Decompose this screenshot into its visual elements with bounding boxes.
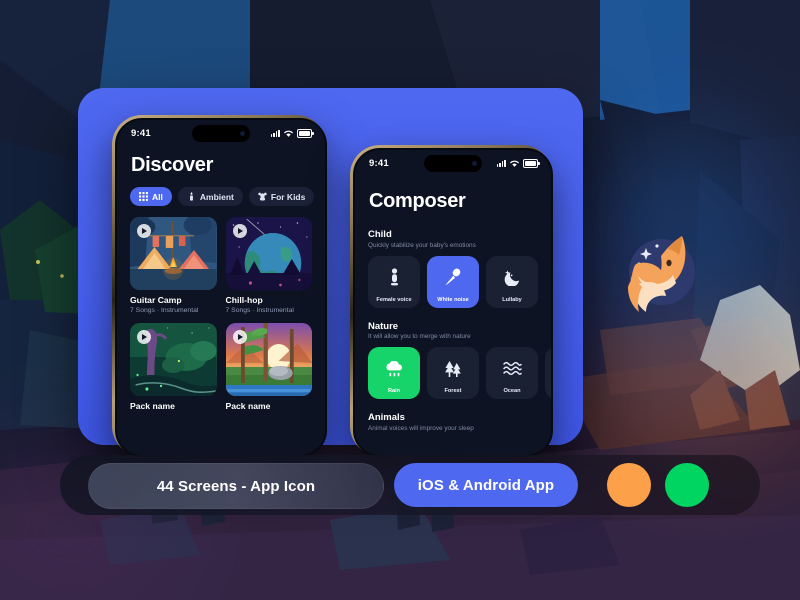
status-bar: 9:41 — [355, 150, 551, 176]
moon-stars-icon — [504, 267, 521, 287]
section-nature: Nature It will allow you to merge with n… — [368, 320, 551, 399]
pack-thumbnail — [130, 323, 217, 396]
play-button[interactable] — [232, 330, 247, 344]
page-title: Discover — [131, 154, 214, 176]
pack-card[interactable]: Pack name — [225, 323, 312, 413]
dynamic-island — [192, 125, 250, 142]
discover-screen: 9:41 Discover All Ambient For Kids Guita… — [115, 118, 327, 457]
trees-icon — [444, 359, 462, 379]
page-title: Composer — [369, 190, 466, 212]
play-button[interactable] — [232, 224, 247, 238]
sound-tile-rain[interactable]: Rain — [368, 347, 420, 399]
sound-tile-forest[interactable]: Forest — [427, 347, 479, 399]
section-subtitle: It will allow you to merge with nature — [368, 333, 471, 340]
filter-chip-all[interactable]: All — [130, 187, 172, 206]
filter-chip-group: All Ambient For Kids — [130, 187, 315, 206]
sound-tile-label: Rain — [387, 388, 401, 394]
screenshot-stage: 9:41 Discover All Ambient For Kids Guita… — [0, 0, 800, 600]
pack-name: Pack name — [225, 401, 271, 411]
filter-chip-ambient[interactable]: Ambient — [177, 187, 243, 206]
sound-tile-female-voice[interactable]: Female voice — [368, 255, 420, 308]
sound-tile-white-noise[interactable]: White noise — [427, 255, 479, 308]
phone-mockup-composer: 9:41 Composer Child Quickly stabilize yo… — [350, 145, 553, 457]
wifi-icon — [510, 160, 519, 167]
section-title: Child — [368, 229, 392, 240]
sound-tile-lullaby[interactable]: Lullaby — [486, 255, 538, 308]
pack-card-grid: Guitar Camp 7 Songs · Instrumental Chill… — [130, 217, 312, 413]
sound-tile-label: Ocean — [503, 388, 521, 394]
microphone-icon — [444, 267, 462, 287]
signal-bars-icon — [270, 129, 280, 137]
sound-tile-ocean[interactable]: Ocean — [486, 347, 538, 399]
pack-meta: 7 Songs · Instrumental — [130, 307, 199, 314]
filter-chip-for-kids-label: For Kids — [270, 191, 306, 202]
sound-tile-row: Rain Forest Ocean — [368, 347, 551, 399]
sound-tile-row: Female voice White noise Lullaby — [368, 255, 551, 308]
grid-icon — [139, 192, 148, 201]
battery-icon — [523, 158, 540, 168]
play-button[interactable] — [137, 330, 151, 344]
fox-moon-logo — [628, 236, 695, 312]
section-subtitle: Animal voices will improve your sleep — [368, 424, 474, 432]
sound-tile-label: White noise — [437, 296, 469, 303]
screens-count-pill[interactable]: 44 Screens - App Icon — [88, 463, 384, 509]
pack-thumbnail — [225, 217, 312, 290]
section-title: Animals — [368, 412, 405, 423]
signal-bars-icon — [496, 159, 506, 167]
play-button[interactable] — [137, 224, 151, 238]
pack-card[interactable]: Guitar Camp 7 Songs · Instrumental — [130, 217, 217, 314]
platform-pill[interactable]: iOS & Android App — [394, 463, 578, 507]
teddy-bear-icon — [258, 192, 267, 201]
waves-icon — [502, 359, 522, 379]
section-child: Child Quickly stabilize your baby's emot… — [368, 229, 551, 308]
status-time: 9:41 — [131, 127, 151, 139]
sound-tile-label: Forest — [444, 388, 462, 394]
pack-card[interactable]: Pack name — [130, 323, 217, 413]
section-subtitle: Quickly stabilize your baby's emotions — [368, 241, 476, 249]
status-bar: 9:41 — [117, 120, 325, 146]
green-swatch[interactable] — [665, 463, 709, 507]
composer-screen: 9:41 Composer Child Quickly stabilize yo… — [353, 148, 553, 457]
pack-name: Pack name — [130, 401, 175, 411]
rain-cloud-icon — [385, 359, 404, 379]
status-time: 9:41 — [369, 157, 389, 169]
phone-mockup-discover: 9:41 Discover All Ambient For Kids Guita… — [112, 115, 327, 457]
filter-chip-for-kids[interactable]: For Kids — [248, 187, 315, 206]
sound-tile-partial[interactable] — [545, 347, 551, 399]
sound-tile-label: Female voice — [376, 296, 412, 303]
filter-chip-all-label: All — [152, 191, 163, 202]
pack-name: Guitar Camp — [130, 295, 182, 305]
pack-name: Chill-hop — [225, 295, 263, 305]
candle-icon — [189, 192, 193, 201]
section-title: Nature — [368, 320, 399, 332]
pack-meta: 7 Songs · Instrumental — [225, 307, 294, 314]
pack-thumbnail — [130, 217, 217, 290]
section-animals: Animals Animal voices will improve your … — [368, 412, 551, 432]
filter-chip-ambient-label: Ambient — [199, 191, 234, 202]
pack-thumbnail — [225, 323, 312, 396]
wifi-icon — [284, 130, 293, 137]
battery-icon — [297, 128, 314, 138]
pack-card[interactable]: Chill-hop 7 Songs · Instrumental — [225, 217, 312, 314]
orange-swatch[interactable] — [607, 463, 651, 507]
person-voice-icon — [388, 267, 401, 287]
dynamic-island — [424, 155, 482, 172]
sound-tile-label: Lullaby — [502, 296, 522, 303]
